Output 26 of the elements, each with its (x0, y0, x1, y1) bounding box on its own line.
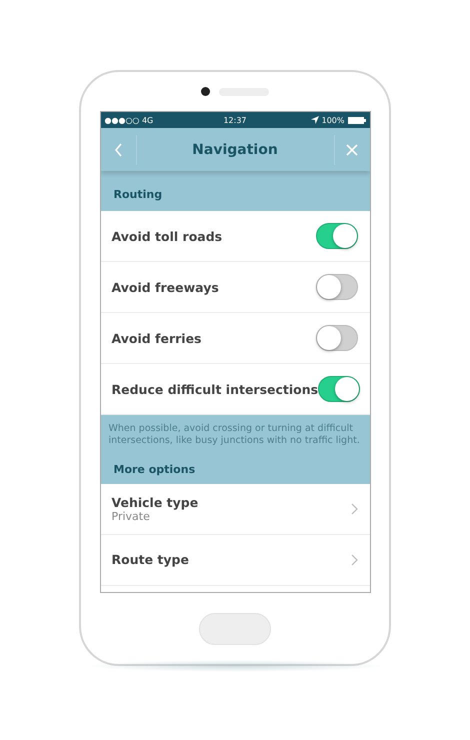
toggle-switch[interactable] (316, 223, 358, 249)
close-icon[interactable] (346, 144, 358, 156)
setting-label: Avoid ferries (112, 330, 202, 346)
location-icon (310, 116, 319, 124)
chevron-icon[interactable] (350, 554, 358, 566)
section-header: More options (112, 462, 196, 478)
home-button[interactable] (199, 612, 271, 644)
chevron-icon[interactable] (350, 502, 358, 515)
setting-label: Route type (112, 552, 189, 568)
camera-icon (201, 87, 210, 96)
setting-label: Vehicle type (112, 494, 198, 510)
setting-value: Private (112, 510, 151, 523)
chevron-left-icon[interactable] (114, 142, 122, 156)
battery-percent: 100% (322, 116, 344, 124)
setting-label: Reduce difficult intersections (112, 382, 318, 396)
battery-icon (348, 116, 366, 124)
section-footnote: When possible, avoid crossing or turning at difficult intersections, like busy junctions with no traffic light. (108, 422, 361, 448)
screen-title: Navigation (191, 142, 279, 158)
setting-label: Avoid toll roads (112, 228, 222, 244)
toggle-switch[interactable] (318, 376, 360, 402)
status-time: 12:37 (222, 116, 248, 124)
section-header: Routing (112, 187, 164, 203)
toggle-switch[interactable] (316, 274, 358, 300)
carrier-signal: ●●●○○ 4G (104, 116, 154, 124)
toggle-switch[interactable] (316, 325, 358, 351)
setting-label: Avoid freeways (112, 280, 219, 294)
